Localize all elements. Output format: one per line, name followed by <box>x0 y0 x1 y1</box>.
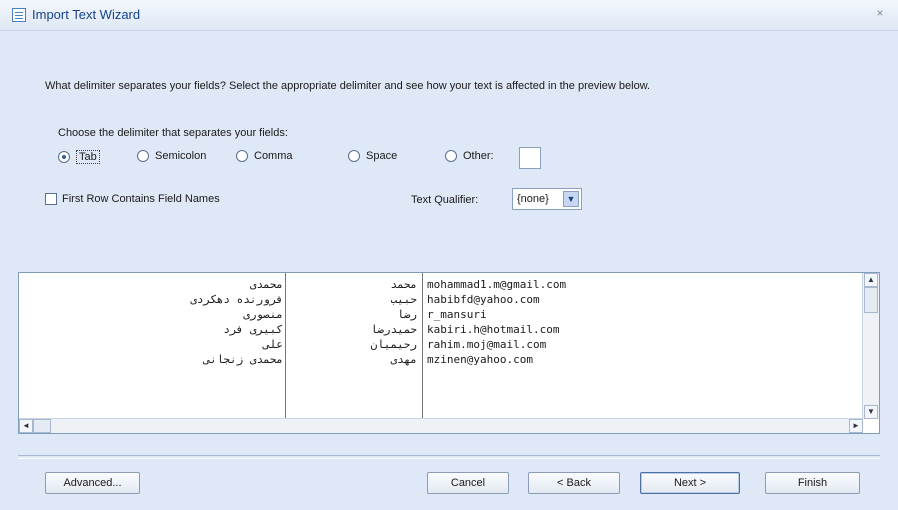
preview-cell: habibfd@yahoo.com <box>427 293 540 306</box>
first-row-label: First Row Contains Field Names <box>62 193 220 205</box>
preview-cell: منصوری <box>243 308 283 321</box>
radio-other[interactable]: Other: <box>445 150 494 162</box>
preview-cell: رحیمیان <box>370 338 417 351</box>
divider <box>18 455 880 459</box>
scroll-right-icon[interactable]: ► <box>849 419 863 433</box>
radio-comma-dot[interactable] <box>236 150 248 162</box>
window-title: Import Text Wizard <box>32 7 141 22</box>
radio-space-dot[interactable] <box>348 150 360 162</box>
preview-cell: kabiri.h@hotmail.com <box>427 323 560 336</box>
preview-cell: rahim.moj@mail.com <box>427 338 547 351</box>
scroll-up-icon[interactable]: ▲ <box>864 273 878 287</box>
close-icon[interactable]: × <box>872 6 888 22</box>
text-qualifier-value: {none} <box>517 193 549 205</box>
preview-cell: محمدی زنجانی <box>203 353 283 366</box>
back-button[interactable]: < Back <box>528 472 620 494</box>
column-divider[interactable] <box>422 273 423 423</box>
radio-space-label: Space <box>366 150 398 162</box>
title-bar: Import Text Wizard × <box>0 0 898 31</box>
wizard-icon <box>12 8 26 22</box>
checkbox-box[interactable] <box>45 193 57 205</box>
preview-cell: مهدی <box>390 353 418 366</box>
preview-cell: فرورنده دهکردی <box>190 293 283 306</box>
preview-cell: کبیری فرد <box>223 323 283 336</box>
text-qualifier-label: Text Qualifier: <box>411 194 479 206</box>
next-button[interactable]: Next > <box>640 472 740 494</box>
advanced-button[interactable]: Advanced... <box>45 472 140 494</box>
radio-semicolon[interactable]: Semicolon <box>137 150 206 162</box>
preview-grid[interactable]: محمدی فرورنده دهکردی منصوری کبیری فرد عل… <box>18 272 880 434</box>
preview-cell: حمیدرضا <box>370 323 417 336</box>
scroll-down-icon[interactable]: ▼ <box>864 405 878 419</box>
preview-cell: محمدی <box>249 278 283 291</box>
preview-cell: حبیب <box>390 293 418 306</box>
radio-semicolon-dot[interactable] <box>137 150 149 162</box>
first-row-checkbox[interactable]: First Row Contains Field Names <box>45 193 220 205</box>
preview-column-2: محمد حبیب رضا حمیدرضا رحیمیان مهدی <box>289 277 417 367</box>
preview-cell: رضا <box>397 308 417 321</box>
vertical-scrollbar[interactable]: ▲ ▼ <box>862 273 879 419</box>
radio-other-dot[interactable] <box>445 150 457 162</box>
radio-space[interactable]: Space <box>348 150 397 162</box>
column-divider[interactable] <box>285 273 286 423</box>
text-qualifier-select[interactable]: {none} ▼ <box>512 188 582 210</box>
radio-comma-label: Comma <box>254 150 293 162</box>
preview-cell: r_mansuri <box>427 308 487 321</box>
radio-comma[interactable]: Comma <box>236 150 293 162</box>
radio-tab-dot[interactable] <box>58 151 70 163</box>
radio-tab-label: Tab <box>76 150 100 164</box>
preview-column-3: mohammad1.m@gmail.com habibfd@yahoo.com … <box>427 277 857 367</box>
horizontal-scrollbar[interactable]: ◄ ► <box>19 418 863 433</box>
preview-cell: محمد <box>390 278 418 291</box>
preview-cell: علی <box>263 338 283 351</box>
instruction-text: What delimiter separates your fields? Se… <box>45 80 651 92</box>
preview-cell: mzinen@yahoo.com <box>427 353 533 366</box>
radio-tab[interactable]: Tab <box>58 150 100 164</box>
chevron-down-icon[interactable]: ▼ <box>563 191 579 207</box>
radio-other-label: Other: <box>463 150 494 162</box>
delimiter-prompt: Choose the delimiter that separates your… <box>58 127 288 139</box>
other-delimiter-input[interactable] <box>519 147 541 169</box>
preview-cell: mohammad1.m@gmail.com <box>427 278 567 291</box>
preview-column-1: محمدی فرورنده دهکردی منصوری کبیری فرد عل… <box>23 277 283 367</box>
scroll-left-icon[interactable]: ◄ <box>19 419 33 433</box>
vertical-scroll-thumb[interactable] <box>864 287 878 313</box>
radio-semicolon-label: Semicolon <box>155 150 207 162</box>
cancel-button[interactable]: Cancel <box>427 472 509 494</box>
finish-button[interactable]: Finish <box>765 472 860 494</box>
horizontal-scroll-thumb[interactable] <box>33 419 51 433</box>
